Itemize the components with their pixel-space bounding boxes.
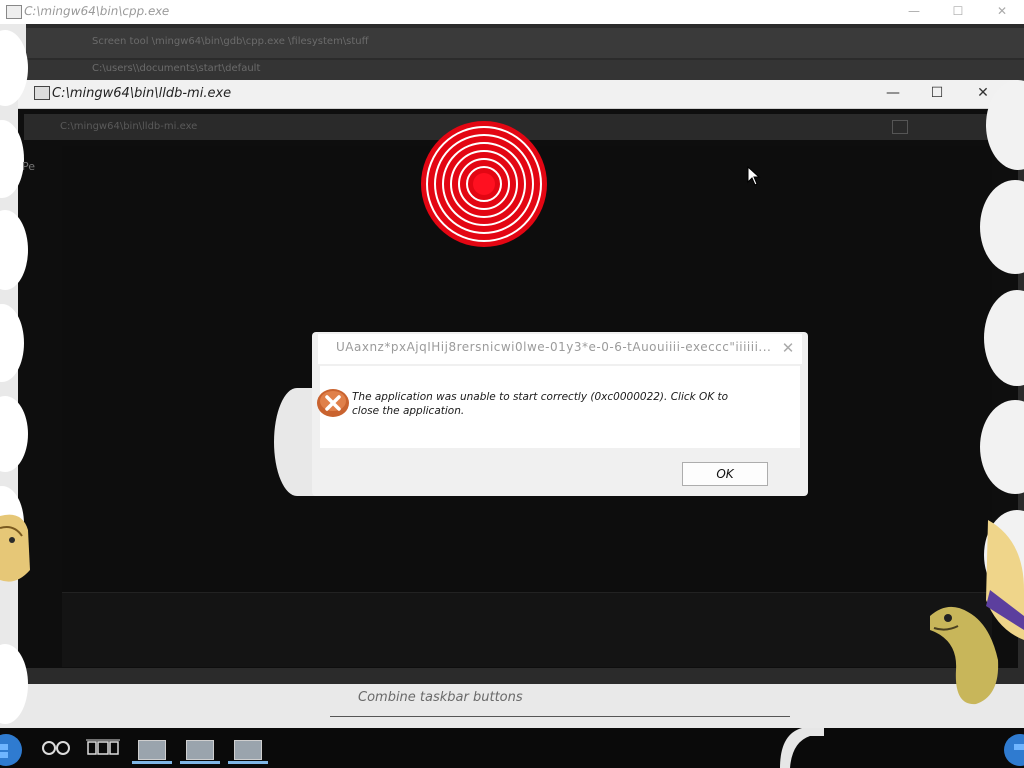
background-address-text: C:\users\\documents\start\default xyxy=(92,63,261,74)
background-window-title: C:\mingw64\bin\cpp.exe xyxy=(22,4,171,18)
console-app-icon xyxy=(234,740,262,760)
dialog-close-button[interactable]: ✕ xyxy=(778,338,798,358)
console-lower-pane xyxy=(62,592,992,667)
taskbar-app-3[interactable] xyxy=(228,734,268,764)
minimize-icon[interactable]: — xyxy=(902,2,926,20)
start-button-icon[interactable] xyxy=(0,732,28,766)
error-dialog: UAaxnz*pxAjqIHij8rersnicwi0lwe-01y3*e-0-… xyxy=(312,332,808,496)
tray-glitch-icon xyxy=(780,728,824,768)
settings-divider xyxy=(330,716,790,717)
active-indicator xyxy=(228,761,268,764)
background-toolbar-text: Screen tool \mingw64\bin\gdb\cpp.exe \fi… xyxy=(92,36,369,47)
notification-icon[interactable] xyxy=(996,732,1024,766)
mascot-right-image xyxy=(930,520,1024,705)
gdb-address-text: C:\mingw64\bin\lldb-mi.exe xyxy=(60,121,198,132)
maximize-icon[interactable]: ☐ xyxy=(946,2,970,20)
taskbar-app-1[interactable] xyxy=(132,734,172,764)
close-icon[interactable]: ✕ xyxy=(990,2,1014,20)
gdb-window-title: C:\mingw64\bin\lldb-mi.exe xyxy=(52,86,232,101)
snap-layout-icon[interactable] xyxy=(86,738,120,758)
address-button-icon[interactable] xyxy=(892,120,908,134)
console-app-icon xyxy=(138,740,166,760)
dialog-title: UAaxnz*pxAjqIHij8rersnicwi0lwe-01y3*e-0-… xyxy=(336,340,772,354)
window-icon xyxy=(6,5,22,19)
active-indicator xyxy=(132,761,172,764)
task-view-icon[interactable] xyxy=(40,738,72,758)
main-minimize-button[interactable]: — xyxy=(878,82,908,104)
mascot-left-image xyxy=(0,514,30,582)
left-strip-text: Pe xyxy=(22,160,36,173)
active-indicator xyxy=(180,761,220,764)
dialog-message: The application was unable to start corr… xyxy=(352,391,729,417)
console-app-icon xyxy=(186,740,214,760)
taskbar-app-2[interactable] xyxy=(180,734,220,764)
main-maximize-button[interactable]: ☐ xyxy=(922,82,952,104)
mouse-cursor-icon xyxy=(747,166,761,186)
error-icon xyxy=(317,389,349,417)
left-glitch-strip xyxy=(0,24,60,728)
target-icon xyxy=(421,121,547,247)
combine-taskbar-buttons-label: Combine taskbar buttons xyxy=(358,690,523,705)
ok-button[interactable]: OK xyxy=(682,462,768,486)
